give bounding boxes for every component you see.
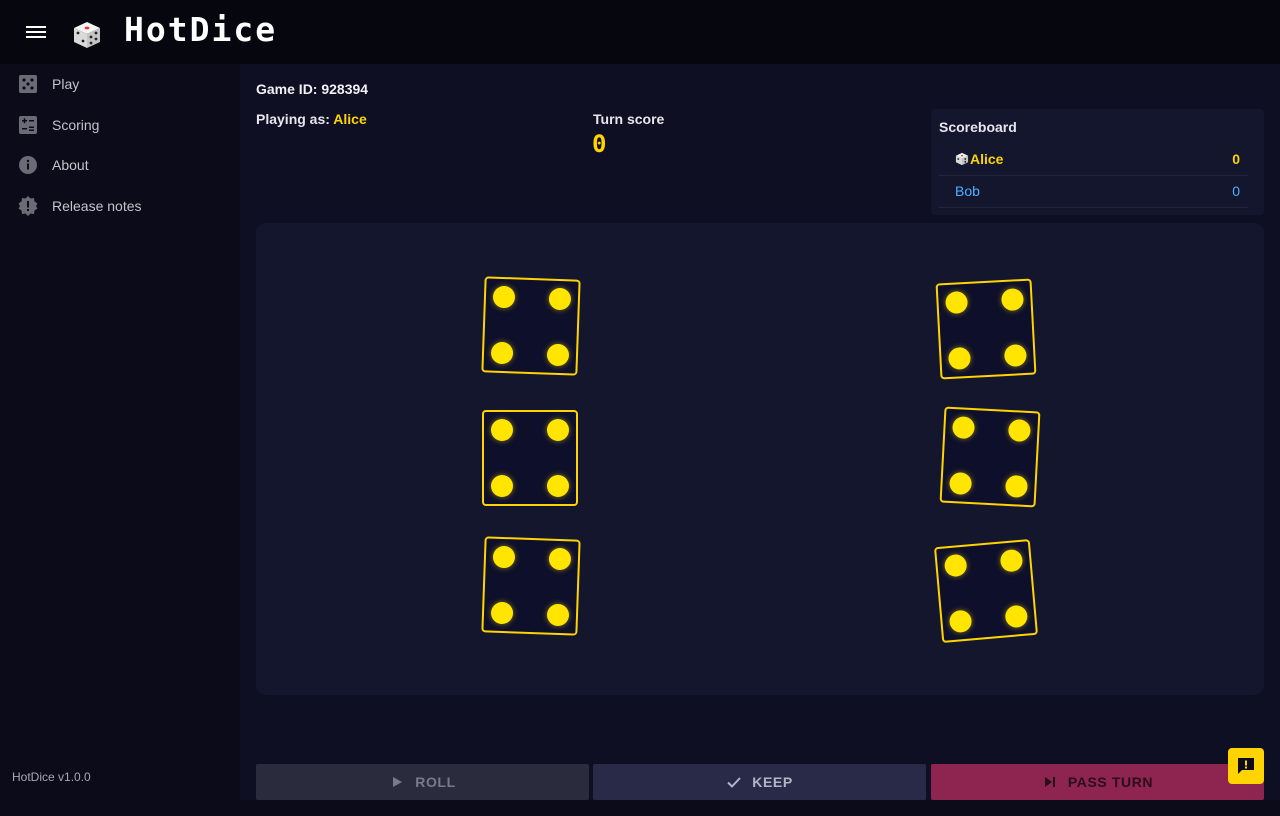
pip [948,609,973,634]
pip [492,285,516,309]
player-score: 0 [1232,183,1240,199]
sidebar-item-label: About [52,157,89,173]
pip [949,471,973,496]
keep-button[interactable]: KEEP [593,764,926,800]
turn-score-value: 0 [592,130,607,158]
die-6[interactable] [933,538,1039,644]
top-app-bar: HotDice [0,0,1280,64]
player-name: Alice [970,151,1004,167]
player-name: Bob [955,183,980,199]
pip [491,419,513,441]
menu-icon[interactable] [22,20,50,44]
scoreboard-row: Bob 0 [939,175,1248,208]
sidebar: Play Scoring About Release notes HotDice… [0,64,240,800]
die-5[interactable] [481,536,581,636]
sidebar-item-about[interactable]: About [0,147,240,183]
die-2[interactable] [935,278,1037,380]
pip [1007,418,1031,443]
game-id-value: 928394 [321,81,369,97]
sidebar-item-label: Release notes [52,198,142,214]
pip [1004,474,1029,498]
pip [999,548,1024,573]
pass-turn-button[interactable]: PASS TURN [931,764,1264,800]
dice-logo-icon [72,20,102,50]
pip [548,547,572,571]
sidebar-item-play[interactable]: Play [0,66,240,102]
pip [548,287,572,311]
pip [1003,343,1027,368]
app-title: HotDice [124,10,278,49]
dice-turn-icon [955,152,969,166]
pip [945,290,969,315]
game-id: Game ID: 928394 [256,81,369,97]
die-4[interactable] [939,406,1041,508]
pip [490,601,514,625]
current-player-name: Alice [333,111,367,127]
dice-table [256,223,1264,695]
sidebar-item-label: Play [52,76,80,92]
pip [947,346,972,370]
check-icon [726,774,742,790]
app-version: HotDice v1.0.0 [12,770,91,784]
pip [492,545,516,569]
sidebar-item-scoring[interactable]: Scoring [0,107,240,143]
scoreboard: Scoreboard Alice 0 Bob 0 [931,109,1264,215]
turn-score-label: Turn score [593,111,665,127]
pip [547,419,569,441]
calculator-icon [18,115,38,135]
feedback-icon [1238,758,1254,774]
alert-badge-icon [18,196,38,216]
die-3[interactable] [482,410,578,506]
pip [1004,604,1029,629]
scoreboard-title: Scoreboard [939,119,1017,135]
play-icon [389,774,405,790]
pip [951,416,976,440]
roll-button[interactable]: ROLL [256,764,589,800]
pip [1000,288,1025,312]
dice-icon [18,74,38,94]
pip [943,553,968,578]
playing-as: Playing as: Alice [256,111,367,127]
scoreboard-row: Alice 0 [939,143,1248,176]
die-1[interactable] [481,276,581,376]
pip [546,603,570,627]
info-icon [18,155,38,175]
player-score: 0 [1232,151,1240,167]
pip [547,475,569,497]
feedback-button[interactable] [1228,748,1264,784]
pip [491,475,513,497]
pip [490,341,514,365]
sidebar-item-release-notes[interactable]: Release notes [0,188,240,224]
skip-next-icon [1042,774,1058,790]
sidebar-item-label: Scoring [52,117,100,133]
pip [546,343,570,367]
